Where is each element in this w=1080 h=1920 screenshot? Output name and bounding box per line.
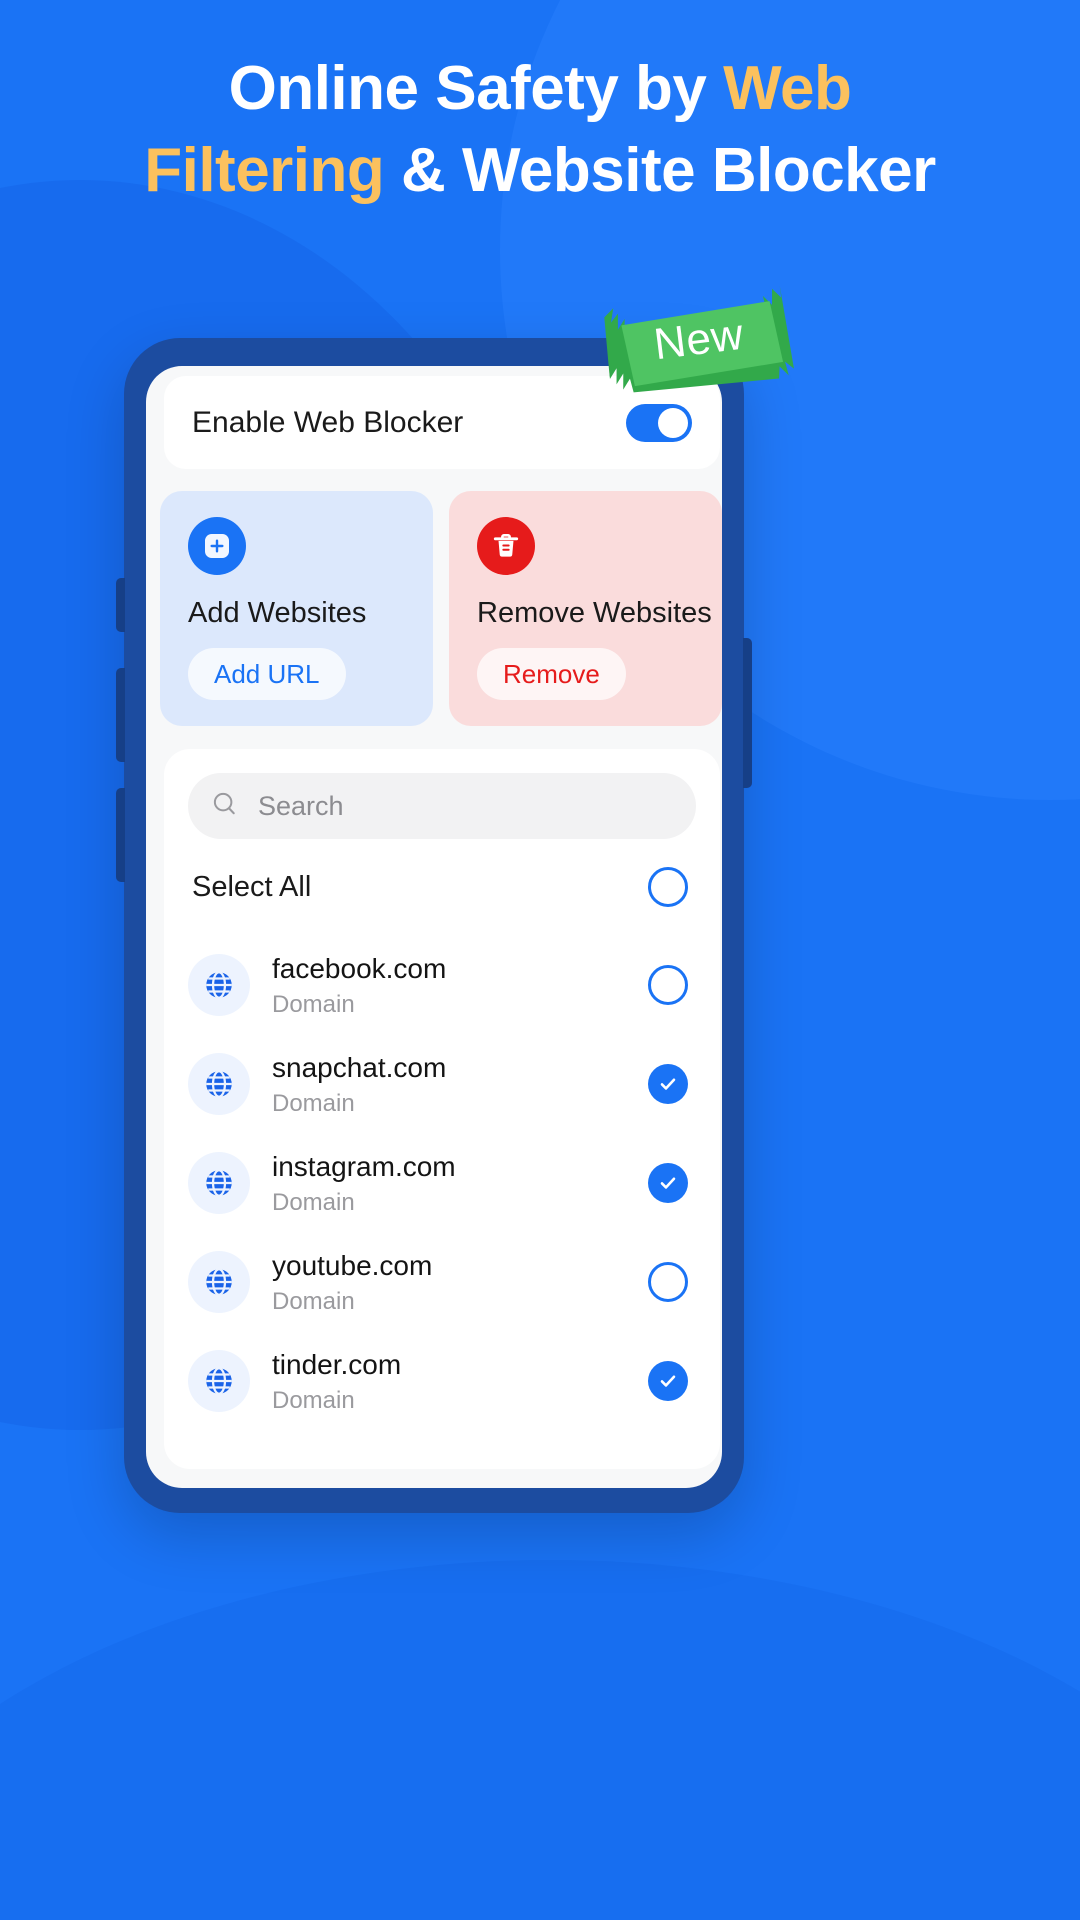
globe-icon [188,1052,250,1115]
select-all-label: Select All [192,870,312,903]
page-title: Online Safety by Web Filtering & Website… [0,48,1080,212]
website-name: snapchat.com [272,1051,447,1083]
trash-icon [477,517,535,575]
background-blob-bottom [0,1560,1080,1920]
globe-icon [188,1250,250,1313]
website-checkbox[interactable] [648,1162,688,1203]
website-name: instagram.com [272,1150,456,1182]
toggle-knob [658,407,688,438]
table-row[interactable]: tinder.com Domain [164,1331,720,1430]
website-type: Domain [272,990,355,1018]
website-name: facebook.com [272,952,447,984]
website-type: Domain [272,1089,355,1117]
table-row[interactable]: youtube.com Domain [164,1232,720,1331]
globe-icon [188,1349,250,1412]
website-checkbox[interactable] [648,1261,688,1302]
remove-websites-title: Remove Websites [477,597,712,629]
add-url-button[interactable]: Add URL [188,648,346,700]
website-name: youtube.com [272,1249,433,1281]
phone-side-button-top [116,578,125,632]
table-row[interactable]: instagram.com Domain [164,1133,720,1232]
phone-side-button-bottom [116,788,125,882]
headline-part-1: Online Safety by [228,54,724,123]
table-row[interactable]: snapchat.com Domain [164,1034,720,1133]
add-square-icon [188,517,246,575]
website-checkbox[interactable] [648,1360,688,1401]
globe-icon [188,1151,250,1214]
website-name: tinder.com [272,1348,402,1380]
enable-web-blocker-toggle[interactable] [626,403,692,442]
add-websites-card[interactable]: Add Websites Add URL [160,491,433,726]
headline-part-2: & Website Blocker [384,135,936,205]
phone-side-button-middle [116,668,125,762]
table-row[interactable]: facebook.com Domain [164,935,720,1034]
phone-power-button [743,638,752,788]
website-checkbox[interactable] [648,1063,688,1104]
enable-web-blocker-label: Enable Web Blocker [192,405,464,439]
search-input[interactable]: Search [258,791,344,822]
remove-button[interactable]: Remove [477,648,626,700]
remove-websites-card[interactable]: Remove Websites Remove [449,491,722,726]
websites-list-card: Search Select All facebook.com Domain sn… [164,749,720,1469]
add-websites-title: Add Websites [188,597,367,629]
website-type: Domain [272,1386,355,1414]
search-bar[interactable]: Search [188,773,696,839]
phone-screen: Enable Web Blocker Add Websites Add URL [146,366,722,1488]
action-cards: Add Websites Add URL Remove Websites Rem… [160,491,722,726]
globe-icon [188,953,250,1016]
select-all-row[interactable]: Select All [164,839,720,935]
select-all-checkbox[interactable] [648,867,688,907]
phone-mockup: Enable Web Blocker Add Websites Add URL [116,338,752,1513]
website-checkbox[interactable] [648,964,688,1005]
search-icon [210,789,240,824]
website-type: Domain [272,1287,355,1315]
website-type: Domain [272,1188,355,1216]
